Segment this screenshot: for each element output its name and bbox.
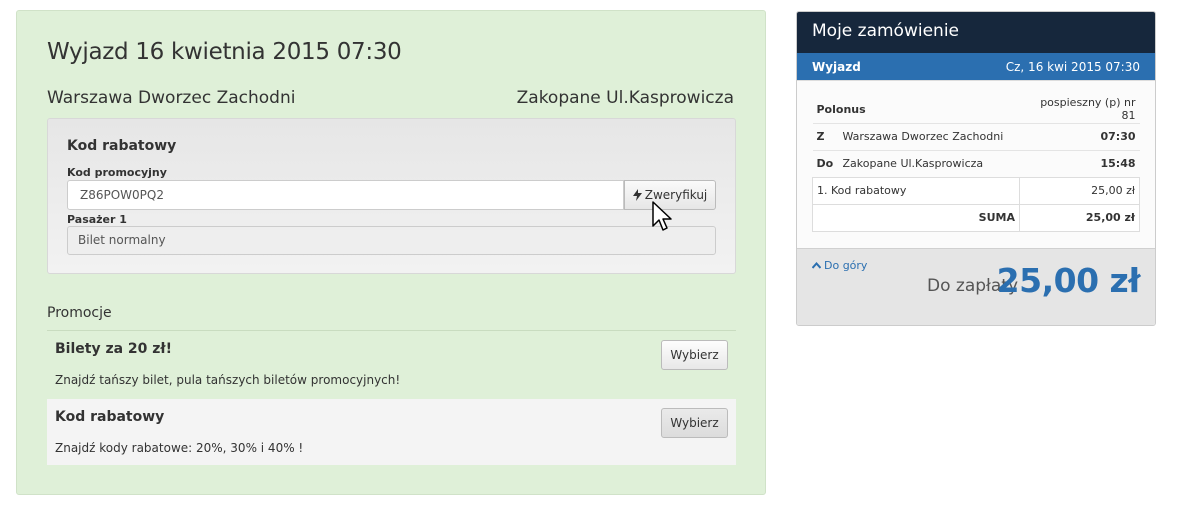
- promotion-description: Znajdź tańszy bilet, pula tańszych bilet…: [55, 373, 401, 387]
- trip-title: Wyjazd 16 kwietnia 2015 07:30: [47, 39, 402, 65]
- chevron-up-icon: [812, 262, 821, 269]
- passenger-label: Pasażer 1: [67, 213, 127, 226]
- table-row: SUMA 25,00 zł: [812, 203, 1140, 232]
- promotions-title: Promocje: [47, 305, 112, 321]
- promotion-item: Kod rabatowy Znajdź kody rabatowe: 20%, …: [47, 399, 736, 465]
- line-item-amount: 25,00 zł: [1019, 176, 1140, 205]
- trip-panel: Wyjazd 16 kwietnia 2015 07:30 Warszawa D…: [16, 10, 766, 495]
- mouse-cursor-icon: [652, 201, 672, 231]
- order-summary-panel: Moje zamówienie Wyjazd Cz, 16 kwi 2015 0…: [796, 11, 1156, 326]
- table-row: 1. Kod rabatowy 25,00 zł: [812, 176, 1140, 205]
- back-to-top-label: Do góry: [824, 259, 868, 272]
- trip-date: Cz, 16 kwi 2015 07:30: [1005, 59, 1140, 74]
- choose-promotion-button[interactable]: Wybierz: [661, 408, 728, 438]
- order-details: Polonus pospieszny (p) nr 81 Z Warszawa …: [797, 80, 1155, 250]
- sum-amount: 25,00 zł: [1019, 203, 1140, 232]
- table-row: Polonus pospieszny (p) nr 81: [813, 96, 1140, 123]
- promo-code-label: Kod promocyjny: [67, 166, 167, 179]
- lightning-icon: [632, 189, 642, 201]
- from-prefix: Z: [812, 122, 839, 150]
- carrier-type: pospieszny (p) nr 81: [1040, 96, 1136, 123]
- trip-summary-bar: Wyjazd Cz, 16 kwi 2015 07:30: [797, 53, 1155, 80]
- table-row: Do Zakopane Ul.Kasprowicza 15:48: [812, 149, 1140, 177]
- promotion-name: Kod rabatowy: [55, 409, 165, 425]
- promotion-item: Bilety za 20 zł! Znajdź tańszy bilet, pu…: [47, 331, 736, 397]
- promo-code-input[interactable]: [67, 180, 624, 210]
- table-row: Z Warszawa Dworzec Zachodni 07:30: [812, 122, 1140, 150]
- route-to: Zakopane Ul.Kasprowicza: [516, 88, 734, 108]
- amount-due-value: 25,00 zł: [996, 261, 1141, 300]
- choose-promotion-button[interactable]: Wybierz: [661, 340, 728, 370]
- discount-code-box: Kod rabatowy Kod promocyjny Zweryfikuj P…: [47, 118, 736, 274]
- to-station: Zakopane Ul.Kasprowicza: [838, 149, 1020, 177]
- sum-label: SUMA: [812, 203, 1020, 232]
- passenger-ticket-field[interactable]: Bilet normalny: [67, 226, 716, 255]
- trip-label: Wyjazd: [812, 59, 861, 74]
- discount-title: Kod rabatowy: [67, 138, 177, 154]
- promotion-name: Bilety za 20 zł!: [55, 341, 173, 357]
- payment-area: Do góry Do zapłaty 25,00 zł: [797, 248, 1155, 325]
- route-from: Warszawa Dworzec Zachodni: [47, 88, 296, 108]
- order-title: Moje zamówienie: [797, 12, 1155, 53]
- line-item-label: 1. Kod rabatowy: [812, 176, 1020, 205]
- to-prefix: Do: [812, 149, 839, 177]
- departure-time: 07:30: [1019, 122, 1140, 150]
- order-table: Polonus pospieszny (p) nr 81 Z Warszawa …: [812, 96, 1140, 232]
- promotion-description: Znajdź kody rabatowe: 20%, 30% i 40% !: [55, 441, 304, 455]
- back-to-top-link[interactable]: Do góry: [812, 259, 867, 272]
- carrier-name: Polonus: [816, 102, 866, 116]
- arrival-time: 15:48: [1019, 149, 1140, 177]
- from-station: Warszawa Dworzec Zachodni: [838, 122, 1020, 150]
